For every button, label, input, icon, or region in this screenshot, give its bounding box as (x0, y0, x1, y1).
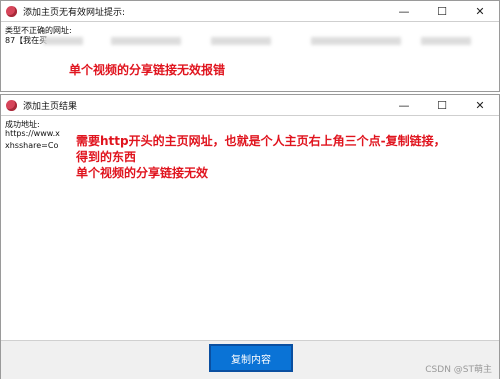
annotation-note-1: 需要http开头的主页网址，也就是个人主页右上角三个点-复制链接， (76, 134, 446, 148)
result-window: 添加主页结果 — ☐ ✕ 成功地址: https://www.x xhsshar… (0, 94, 500, 379)
redacted-text (211, 37, 271, 45)
minimize-icon[interactable]: — (385, 95, 423, 115)
watermark: CSDN @ST萌主 (425, 365, 492, 375)
copy-content-button[interactable]: 复制内容 (209, 344, 293, 372)
close-icon[interactable]: ✕ (461, 95, 499, 115)
redacted-text (43, 37, 83, 45)
annotation-note-3: 单个视频的分享链接无效 (76, 166, 209, 180)
window-title: 添加主页无有效网址提示: (23, 7, 126, 18)
redacted-text (111, 37, 181, 45)
window-title: 添加主页结果 (23, 101, 78, 112)
redacted-text (311, 37, 401, 45)
title-bar[interactable]: 添加主页结果 — ☐ ✕ (1, 95, 499, 115)
success-url-cont: xhsshare=Co (5, 141, 59, 150)
title-bar[interactable]: 添加主页无有效网址提示: — ☐ ✕ (1, 1, 499, 21)
invalid-url-value: 87【我在买 (5, 36, 48, 45)
app-icon (6, 5, 17, 17)
invalid-url-window: 添加主页无有效网址提示: — ☐ ✕ 类型不正确的网址: 87【我在买 单个视频… (0, 0, 500, 92)
result-area: 成功地址: https://www.x xhsshare=Co 需要http开头… (1, 116, 499, 361)
window-controls: — ☐ ✕ (385, 95, 499, 115)
minimize-icon[interactable]: — (385, 1, 423, 21)
annotation-note: 单个视频的分享链接无效报错 (69, 63, 226, 77)
annotation-note-2: 得到的东西 (76, 150, 137, 164)
close-icon[interactable]: ✕ (461, 1, 499, 21)
window-controls: — ☐ ✕ (385, 1, 499, 21)
success-url: https://www.x (5, 129, 60, 138)
app-icon (6, 99, 17, 111)
maximize-icon[interactable]: ☐ (423, 1, 461, 21)
message-area: 类型不正确的网址: 87【我在买 单个视频的分享链接无效报错 (1, 22, 499, 93)
maximize-icon[interactable]: ☐ (423, 95, 461, 115)
redacted-text (421, 37, 471, 45)
